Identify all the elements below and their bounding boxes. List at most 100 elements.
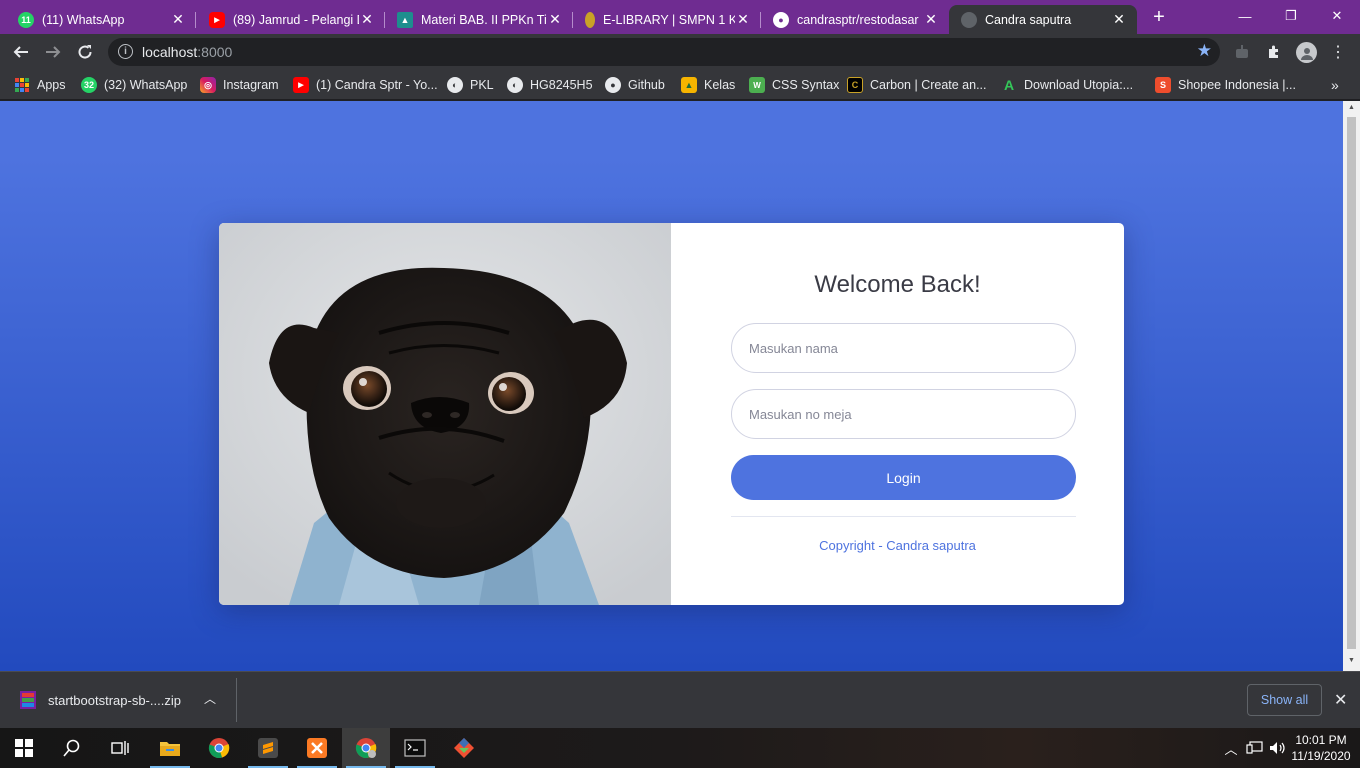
bookmark-shopee[interactable]: S Shopee Indonesia |... [1155,76,1296,94]
task-view-button[interactable] [96,728,144,768]
school-logo-icon [585,11,595,28]
bookmark-kelas[interactable]: ▲ Kelas [681,76,735,94]
bookmark-label: HG8245H5 [530,78,593,92]
search-icon [63,739,80,757]
new-tab-button[interactable]: + [1148,6,1170,28]
bookmark-label: Github [628,78,665,92]
bookmark-github[interactable]: ● Github [605,76,665,94]
search-button[interactable] [48,728,96,768]
bookmark-label: Carbon | Create an... [870,78,987,92]
bookmark-apps[interactable]: Apps [14,76,66,94]
bookmark-label: Kelas [704,78,736,92]
xampp-icon [307,738,327,758]
bookmarks-bar: Apps 32 (32) WhatsApp ◎ Instagram ▶ (1) … [0,70,1360,100]
minimize-button[interactable]: — [1222,0,1268,32]
tab-separator [195,12,196,28]
globe-icon: ◐ [507,77,523,93]
tab-title: Materi BAB. II PPKn Ting [421,12,547,27]
login-button[interactable]: Login [731,455,1076,500]
close-tab-icon[interactable]: ✕ [359,11,375,28]
bookmark-label: CSS Syntax [772,78,840,92]
name-input[interactable] [731,323,1076,373]
login-card: Welcome Back! Login Copyright - Candra s… [219,223,1124,605]
whatsapp-icon: 32 [81,77,97,93]
close-tab-icon[interactable]: ✕ [1111,11,1127,28]
chrome-icon [208,738,230,759]
bookmark-carbon[interactable]: C Carbon | Create an... [847,76,987,94]
youtube-icon: ▶ [293,77,309,93]
bookmark-hg8245h5[interactable]: ◐ HG8245H5 [507,76,593,94]
bookmark-css-syntax[interactable]: W CSS Syntax [749,76,839,94]
carbon-icon: C [847,77,863,93]
extensions-puzzle-icon[interactable] [1264,42,1284,62]
task-view-icon [111,741,129,755]
taskbar-sublime-text[interactable] [244,728,292,768]
address-bar[interactable]: i localhost:8000 ★ [108,38,1220,66]
close-window-button[interactable]: ✕ [1314,0,1360,32]
page-scrollbar[interactable]: ▲ ▼ [1343,101,1360,671]
system-clock[interactable]: 10:01 PM 11/19/2020 [1290,732,1352,764]
bookmark-star-icon[interactable]: ★ [1197,41,1212,61]
close-tab-icon[interactable]: ✕ [547,11,563,28]
bookmark-whatsapp[interactable]: 32 (32) WhatsApp [81,76,187,94]
arrow-right-icon [46,46,61,58]
close-tab-icon[interactable]: ✕ [923,11,939,28]
close-download-bar-icon[interactable]: ✕ [1334,690,1347,710]
robot-extension-icon[interactable] [1232,42,1252,62]
table-number-input[interactable] [731,389,1076,439]
chevron-up-icon[interactable]: ︿ [204,690,216,707]
tab-classroom[interactable]: ▲ Materi BAB. II PPKn Ting ✕ [385,5,573,34]
classroom-icon: ▲ [397,11,413,28]
taskbar-terminal[interactable] [391,728,439,768]
copyright-link[interactable]: Copyright - Candra saputra [671,538,1124,553]
reload-button[interactable] [72,39,98,65]
windows-taskbar: ︿ 10:01 PM 11/19/2020 [0,728,1360,768]
bookmark-pkl[interactable]: ◐ PKL [447,76,494,94]
bookmarks-overflow-icon[interactable]: » [1331,76,1339,94]
scroll-up-icon[interactable]: ▲ [1347,104,1356,114]
taskbar-chrome[interactable] [195,728,243,768]
taskbar-file-explorer[interactable] [146,728,194,768]
more-menu-icon[interactable]: ⋮ [1328,42,1348,62]
scrollbar-thumb[interactable] [1347,117,1356,649]
bookmark-label: PKL [470,78,494,92]
pug-image [219,223,671,605]
bookmark-label: Shopee Indonesia |... [1178,78,1296,92]
tab-title: (11) WhatsApp [42,12,125,27]
bookmark-youtube[interactable]: ▶ (1) Candra Sptr - Yo... [293,76,438,94]
taskbar-xampp[interactable] [293,728,341,768]
tab-github[interactable]: ● candrasptr/restodasar ✕ [761,5,949,34]
close-tab-icon[interactable]: ✕ [170,11,186,28]
forward-button[interactable] [40,39,66,65]
tab-candra-saputra[interactable]: Candra saputra ✕ [949,5,1137,34]
show-all-button[interactable]: Show all [1247,684,1322,716]
bookmark-utopia[interactable]: A Download Utopia:... [1001,76,1133,94]
git-icon [454,738,474,758]
restore-button[interactable]: ❐ [1268,0,1314,32]
w3schools-icon: W [749,77,765,93]
tab-elibrary[interactable]: E-LIBRARY | SMPN 1 KA ✕ [573,5,761,34]
sublime-text-icon [258,738,278,758]
info-icon[interactable]: i [118,44,133,59]
clock-time: 10:01 PM [1295,733,1347,747]
start-button[interactable] [0,728,48,768]
scroll-down-icon[interactable]: ▼ [1347,657,1356,667]
youtube-icon: ▶ [209,11,225,28]
globe-icon: ◐ [447,77,463,93]
back-button[interactable] [8,39,34,65]
download-filename[interactable]: startbootstrap-sb-....zip [48,693,181,708]
github-icon: ● [605,77,621,93]
tab-whatsapp[interactable]: 11 (11) WhatsApp ✕ [6,5,196,34]
tab-youtube[interactable]: ▶ (89) Jamrud - Pelangi Di ✕ [197,5,385,34]
shopee-icon: S [1155,77,1171,93]
close-tab-icon[interactable]: ✕ [735,11,751,28]
taskbar-chrome-active[interactable] [342,728,390,768]
volume-icon[interactable] [1268,728,1288,768]
bookmark-instagram[interactable]: ◎ Instagram [200,76,279,94]
taskbar-git[interactable] [440,728,488,768]
bookmark-label: Apps [37,78,66,92]
globe-icon [961,11,977,28]
network-icon[interactable] [1244,728,1266,768]
profile-avatar[interactable] [1296,42,1317,63]
show-hidden-icons[interactable]: ︿ [1222,728,1240,768]
